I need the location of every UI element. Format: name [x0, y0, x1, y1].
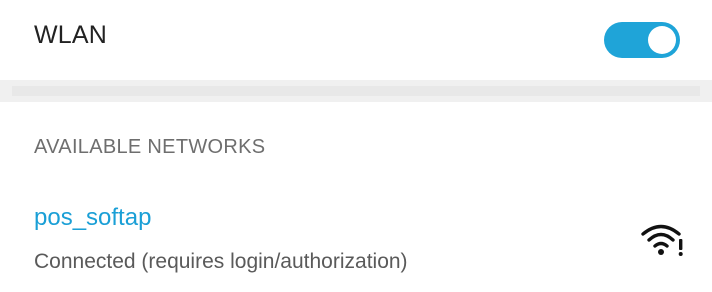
- wlan-label: WLAN: [34, 21, 108, 49]
- network-name: pos_softap: [34, 204, 152, 231]
- wlan-row[interactable]: WLAN: [0, 0, 712, 80]
- divider-inner: [12, 86, 700, 96]
- network-status: Connected (requires login/authorization): [34, 250, 408, 273]
- section-divider: [0, 80, 712, 102]
- wifi-signal-warning-icon: [641, 224, 683, 256]
- toggle-knob: [648, 26, 676, 54]
- wlan-toggle[interactable]: [604, 22, 680, 58]
- available-networks-header: AVAILABLE NETWORKS: [34, 136, 266, 158]
- network-item[interactable]: pos_softap Connected (requires login/aut…: [0, 192, 712, 292]
